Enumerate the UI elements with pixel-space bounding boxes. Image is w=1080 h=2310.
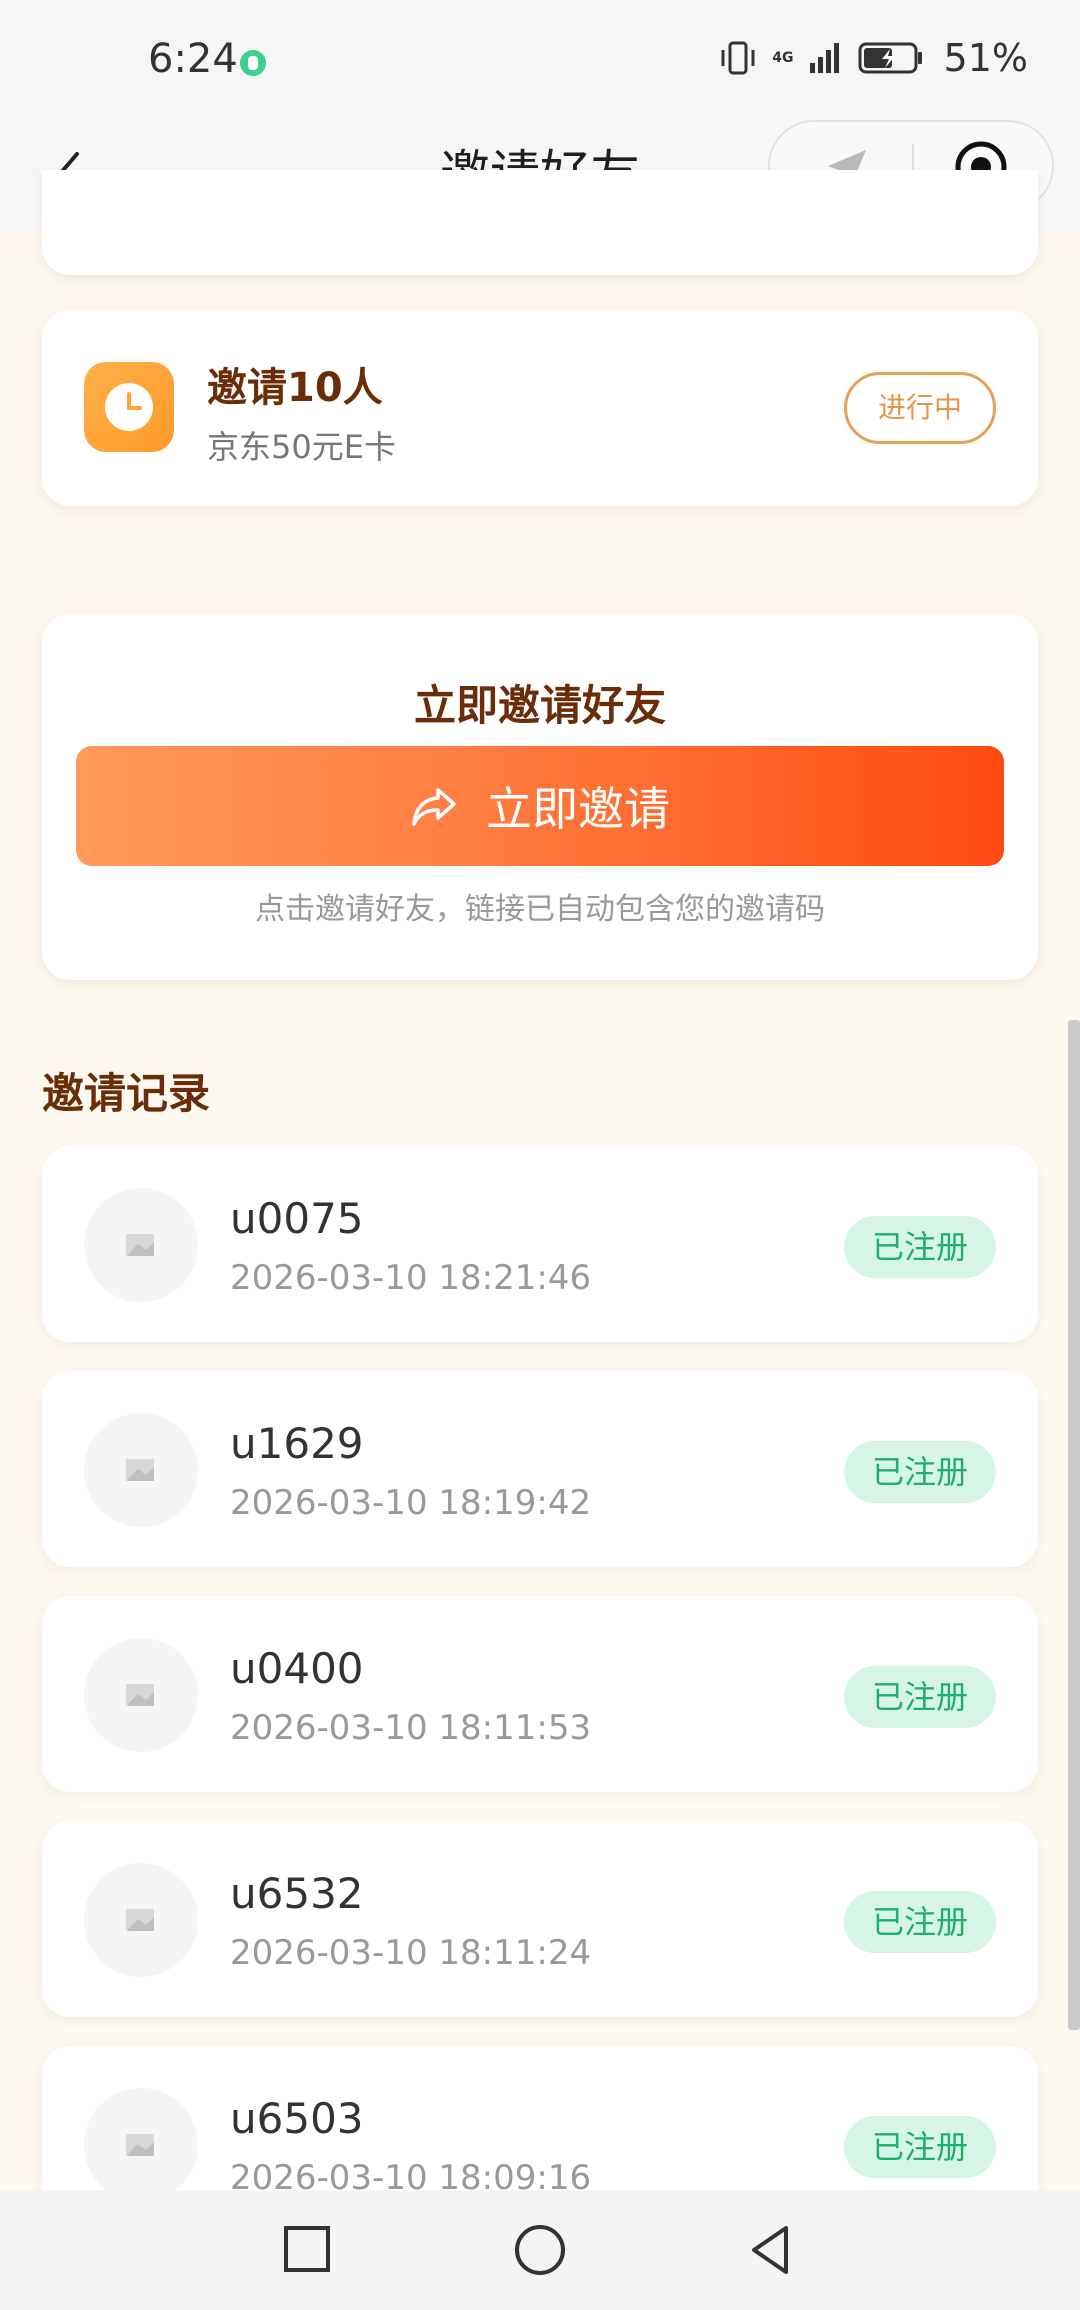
recent-apps-icon[interactable] [276, 2218, 340, 2282]
battery-icon [858, 42, 922, 74]
record-name: u1629 [230, 1419, 364, 1468]
image-placeholder-icon [126, 1234, 154, 1256]
back-triangle-icon[interactable] [740, 2218, 804, 2282]
record-name: u6532 [230, 1869, 364, 1918]
status-badge: 已注册 [844, 1441, 996, 1503]
invite-card: 立即邀请好友 立即邀请 点击邀请好友，链接已自动包含您的邀请码 [42, 614, 1038, 980]
invite-hint: 点击邀请好友，链接已自动包含您的邀请码 [255, 892, 825, 927]
invite-now-label: 立即邀请 [486, 782, 670, 836]
record-time: 2026-03-10 18:21:46 [230, 1258, 592, 1298]
status-badge: 已注册 [844, 2116, 996, 2178]
reward-card: 邀请10人 京东50元E卡 进行中 [42, 310, 1038, 506]
record-time: 2026-03-10 18:11:24 [230, 1933, 592, 1973]
clock-icon [84, 362, 174, 452]
image-placeholder-icon [126, 1909, 154, 1931]
status-badge: 已注册 [844, 1666, 996, 1728]
status-badge: 已注册 [844, 1891, 996, 1953]
invite-heading: 立即邀请好友 [413, 681, 666, 730]
record-time: 2026-03-10 18:19:42 [230, 1483, 592, 1523]
records-title: 邀请记录 [42, 1069, 211, 1118]
avatar [84, 1863, 198, 1977]
vibrate-icon [721, 41, 755, 75]
reward-card-partial [42, 170, 1038, 275]
system-nav-bar [0, 2190, 1080, 2310]
list-item: u0400 2026-03-10 18:11:53 已注册 [42, 1596, 1038, 1792]
avatar [84, 1188, 198, 1302]
battery-percent: 51% [943, 36, 1028, 80]
home-icon[interactable] [508, 2218, 572, 2282]
avatar [84, 1638, 198, 1752]
record-time: 2026-03-10 18:11:53 [230, 1708, 592, 1748]
reward-subtitle: 京东50元E卡 [207, 428, 396, 466]
image-placeholder-icon [126, 1684, 154, 1706]
image-placeholder-icon [126, 2134, 154, 2156]
record-name: u0400 [230, 1644, 364, 1693]
reward-status-badge: 进行中 [844, 372, 996, 444]
list-item: u0075 2026-03-10 18:21:46 已注册 [42, 1146, 1038, 1342]
image-placeholder-icon [126, 1459, 154, 1481]
record-name: u0075 [230, 1194, 364, 1243]
scrollbar[interactable] [1068, 1020, 1080, 2030]
invite-now-button[interactable]: 立即邀请 [76, 746, 1004, 866]
network-type: 4G [772, 50, 794, 66]
list-item: u6532 2026-03-10 18:11:24 已注册 [42, 1821, 1038, 2017]
status-time: 6:24 [148, 36, 238, 82]
avatar [84, 1413, 198, 1527]
app-notification-icon [240, 50, 266, 76]
signal-icon [809, 43, 839, 73]
share-icon [412, 788, 456, 826]
status-indicators: 4G 51% [718, 36, 1028, 80]
record-name: u6503 [230, 2094, 364, 2143]
reward-title: 邀请10人 [207, 365, 383, 411]
status-bar: 6:24 4G 51% [0, 0, 1080, 120]
status-badge: 已注册 [844, 1216, 996, 1278]
avatar [84, 2088, 198, 2202]
list-item: u1629 2026-03-10 18:19:42 已注册 [42, 1371, 1038, 1567]
